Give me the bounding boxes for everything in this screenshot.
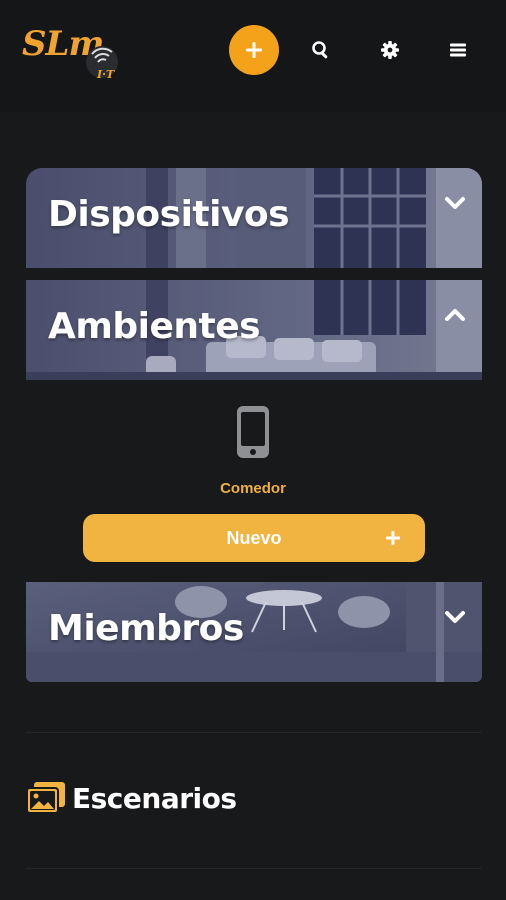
logo-badge-text: I·T — [97, 68, 115, 81]
add-button[interactable] — [229, 25, 279, 75]
plus-icon — [246, 42, 262, 58]
gear-icon — [381, 41, 399, 59]
images-icon — [26, 782, 65, 814]
mobile-phone-icon[interactable] — [236, 405, 270, 459]
new-button-label: Nuevo — [226, 527, 282, 548]
divider — [26, 868, 482, 869]
settings-button[interactable] — [378, 38, 402, 62]
chevron-down-icon[interactable] — [442, 190, 468, 216]
search-button[interactable] — [309, 38, 333, 62]
chevron-down-icon[interactable] — [442, 604, 468, 630]
ambiente-label[interactable]: Comedor — [0, 480, 506, 497]
section-title: Dispositivos — [48, 194, 290, 235]
chevron-up-icon[interactable] — [442, 302, 468, 328]
plus-icon — [386, 531, 400, 545]
section-dispositivos[interactable]: Dispositivos — [26, 168, 482, 268]
menu-button[interactable] — [446, 38, 470, 62]
section-title: Miembros — [48, 608, 244, 649]
hamburger-menu-icon — [450, 43, 466, 57]
section-title: Ambientes — [48, 306, 261, 347]
app-logo[interactable]: SLm I·T — [22, 24, 122, 81]
new-ambiente-button[interactable]: Nuevo — [83, 514, 425, 562]
search-icon — [312, 41, 328, 59]
section-miembros[interactable]: Miembros — [26, 582, 482, 682]
escenarios-title: Escenarios — [72, 781, 237, 815]
top-bar: SLm I·T — [0, 0, 506, 112]
divider — [26, 732, 482, 733]
section-ambientes[interactable]: Ambientes — [26, 280, 482, 380]
escenarios-section[interactable]: Escenarios — [26, 778, 237, 818]
